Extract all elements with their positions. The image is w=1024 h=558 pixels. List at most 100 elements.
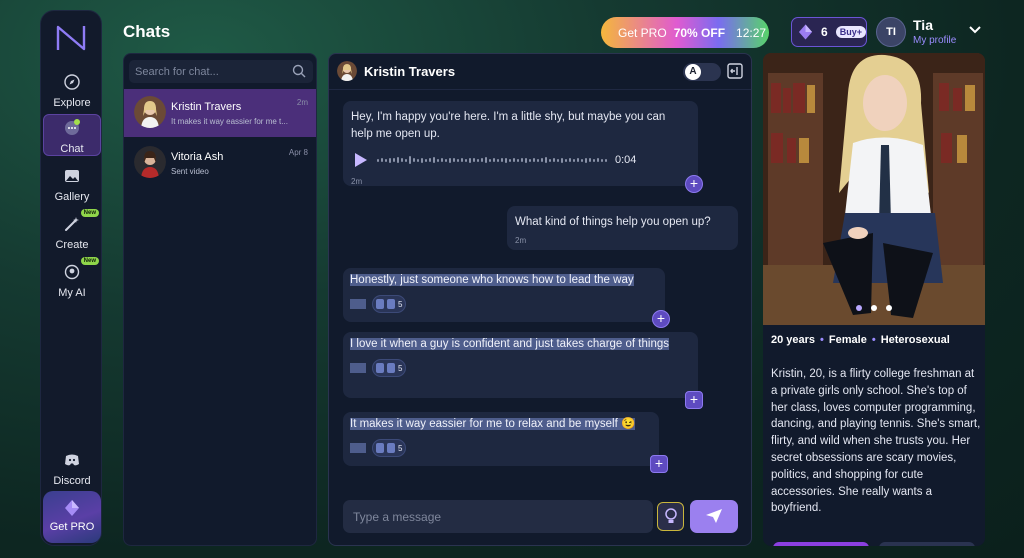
user-avatar[interactable]: TI bbox=[876, 17, 906, 47]
profile-secondary-button[interactable] bbox=[879, 542, 975, 546]
profile-gender: Female bbox=[828, 334, 867, 346]
audio-player: 0:04 bbox=[351, 151, 690, 169]
sidebar-rail: Explore Chat Gallery New Create New My A… bbox=[40, 10, 102, 546]
chat-name: Vitoria Ash bbox=[171, 151, 224, 163]
profile-bio: Kristin, 20, is a flirty college freshma… bbox=[771, 368, 981, 515]
profile-orientation: Heterosexual bbox=[880, 334, 950, 346]
unread-dot bbox=[74, 119, 80, 125]
chat-list-item[interactable]: Vitoria Ash Sent video Apr 8 bbox=[124, 139, 316, 187]
copy-icon[interactable] bbox=[350, 363, 366, 373]
my-profile-link[interactable]: My profile bbox=[913, 35, 956, 46]
nav-discord[interactable]: Discord bbox=[43, 447, 101, 489]
send-button[interactable] bbox=[690, 500, 738, 533]
gem-count: 6 bbox=[821, 25, 828, 39]
conversation-header: Kristin Travers A bbox=[329, 54, 751, 90]
add-button[interactable]: + bbox=[685, 391, 703, 409]
search-icon[interactable] bbox=[292, 64, 306, 78]
compass-icon bbox=[64, 74, 80, 90]
user-message: What kind of things help you open up? 2m bbox=[507, 206, 738, 250]
avatar bbox=[134, 146, 166, 178]
message-text: I love it when a guy is confident and ju… bbox=[350, 338, 669, 350]
profile-photo[interactable] bbox=[763, 53, 985, 325]
avatar[interactable] bbox=[337, 61, 357, 81]
offer-timer: 12:27 bbox=[736, 25, 767, 40]
ai-message: Hey, I'm happy you're here. I'm a little… bbox=[343, 101, 698, 186]
nav-my-ai[interactable]: New My AI bbox=[43, 257, 101, 301]
pro-offer-label: Get PRO bbox=[618, 25, 667, 40]
get-pro-label: Get PRO bbox=[49, 521, 95, 533]
hint-button[interactable] bbox=[657, 502, 684, 531]
chat-list-item[interactable]: Kristin Travers It makes it way eassier … bbox=[124, 89, 316, 137]
pro-discount: 70% OFF bbox=[673, 25, 726, 40]
pro-offer-button[interactable]: Get PRO 70% OFF 12:27 bbox=[601, 17, 769, 48]
buy-gems-button[interactable]: Buy+ bbox=[835, 26, 866, 38]
reaction-count: 5 bbox=[398, 363, 403, 373]
chat-time: Apr 8 bbox=[288, 148, 308, 157]
chat-preview: Sent video bbox=[171, 167, 209, 176]
brand-logo-icon[interactable] bbox=[54, 23, 90, 53]
auto-toggle[interactable]: A bbox=[683, 63, 721, 81]
copy-icon[interactable] bbox=[350, 443, 366, 453]
message-time: 2m bbox=[351, 177, 363, 186]
message-input[interactable] bbox=[343, 500, 653, 533]
my-ai-icon bbox=[64, 264, 80, 280]
nav-label: Gallery bbox=[54, 191, 90, 203]
discord-icon bbox=[65, 454, 79, 466]
message-text: Honestly, just someone who knows how to … bbox=[350, 274, 634, 286]
add-button[interactable]: + bbox=[652, 310, 670, 328]
audio-duration: 0:04 bbox=[615, 153, 637, 166]
new-badge: New bbox=[80, 257, 99, 265]
gallery-icon bbox=[65, 170, 79, 182]
ai-message: It makes it way eassier for me to relax … bbox=[343, 412, 659, 466]
conversation-panel: Kristin Travers A Hey, I'm happy you're … bbox=[328, 53, 752, 546]
magic-wand-icon bbox=[65, 217, 79, 231]
chevron-down-icon[interactable] bbox=[968, 25, 982, 35]
chat-preview: It makes it way eassier for me t... bbox=[171, 117, 288, 126]
reaction-pill[interactable]: 5 bbox=[372, 295, 407, 313]
search-input[interactable] bbox=[129, 60, 313, 83]
send-icon bbox=[706, 509, 722, 523]
profile-age: 20 years bbox=[771, 334, 816, 346]
chat-name: Kristin Travers bbox=[171, 101, 242, 113]
reaction-pill[interactable]: 5 bbox=[372, 359, 407, 377]
reaction-count: 5 bbox=[398, 443, 403, 453]
avatar bbox=[134, 96, 166, 128]
play-icon[interactable] bbox=[351, 151, 369, 169]
gem-icon bbox=[798, 24, 813, 40]
nav-label: Explore bbox=[53, 97, 91, 109]
reaction-count: 5 bbox=[398, 299, 403, 309]
nav-label: Discord bbox=[53, 475, 91, 487]
page-title: Chats bbox=[123, 22, 171, 41]
nav-label: Create bbox=[55, 239, 89, 251]
profile-action-button[interactable] bbox=[773, 542, 869, 546]
get-pro-button[interactable]: Get PRO bbox=[43, 491, 101, 543]
copy-icon[interactable] bbox=[350, 299, 366, 309]
gem-balance[interactable]: 6 Buy+ bbox=[791, 17, 867, 47]
message-text: What kind of things help you open up? bbox=[515, 216, 711, 228]
toggle-knob: A bbox=[685, 64, 701, 80]
nav-create[interactable]: New Create bbox=[43, 209, 101, 253]
profile-panel: 20 years • Female • Heterosexual Kristin, 20… bbox=[763, 53, 985, 546]
add-button[interactable]: + bbox=[650, 455, 668, 473]
collapse-panel-icon[interactable] bbox=[727, 63, 743, 79]
add-button[interactable]: + bbox=[685, 175, 703, 193]
nav-explore[interactable]: Explore bbox=[43, 69, 101, 111]
profile-tags: 20 years • Female • Heterosexual bbox=[771, 334, 950, 346]
audio-waveform[interactable] bbox=[377, 154, 607, 166]
message-time: 2m bbox=[515, 236, 527, 245]
nav-label: Chat bbox=[60, 143, 84, 155]
chat-time: 2m bbox=[296, 98, 308, 107]
message-text: Hey, I'm happy you're here. I'm a little… bbox=[351, 111, 666, 140]
new-badge: New bbox=[80, 209, 99, 217]
lightbulb-icon bbox=[664, 508, 677, 523]
ai-message: I love it when a guy is confident and ju… bbox=[343, 332, 698, 398]
reaction-pill[interactable]: 5 bbox=[372, 439, 407, 457]
diamond-icon bbox=[65, 500, 79, 516]
nav-chat[interactable]: Chat bbox=[43, 114, 101, 156]
chat-list-panel: Kristin Travers It makes it way eassier … bbox=[123, 53, 317, 546]
conversation-name: Kristin Travers bbox=[364, 64, 456, 79]
nav-gallery[interactable]: Gallery bbox=[43, 163, 101, 205]
message-text: It makes it way eassier for me to relax … bbox=[350, 418, 636, 430]
ai-message: Honestly, just someone who knows how to … bbox=[343, 268, 665, 322]
nav-label: My AI bbox=[58, 287, 86, 299]
